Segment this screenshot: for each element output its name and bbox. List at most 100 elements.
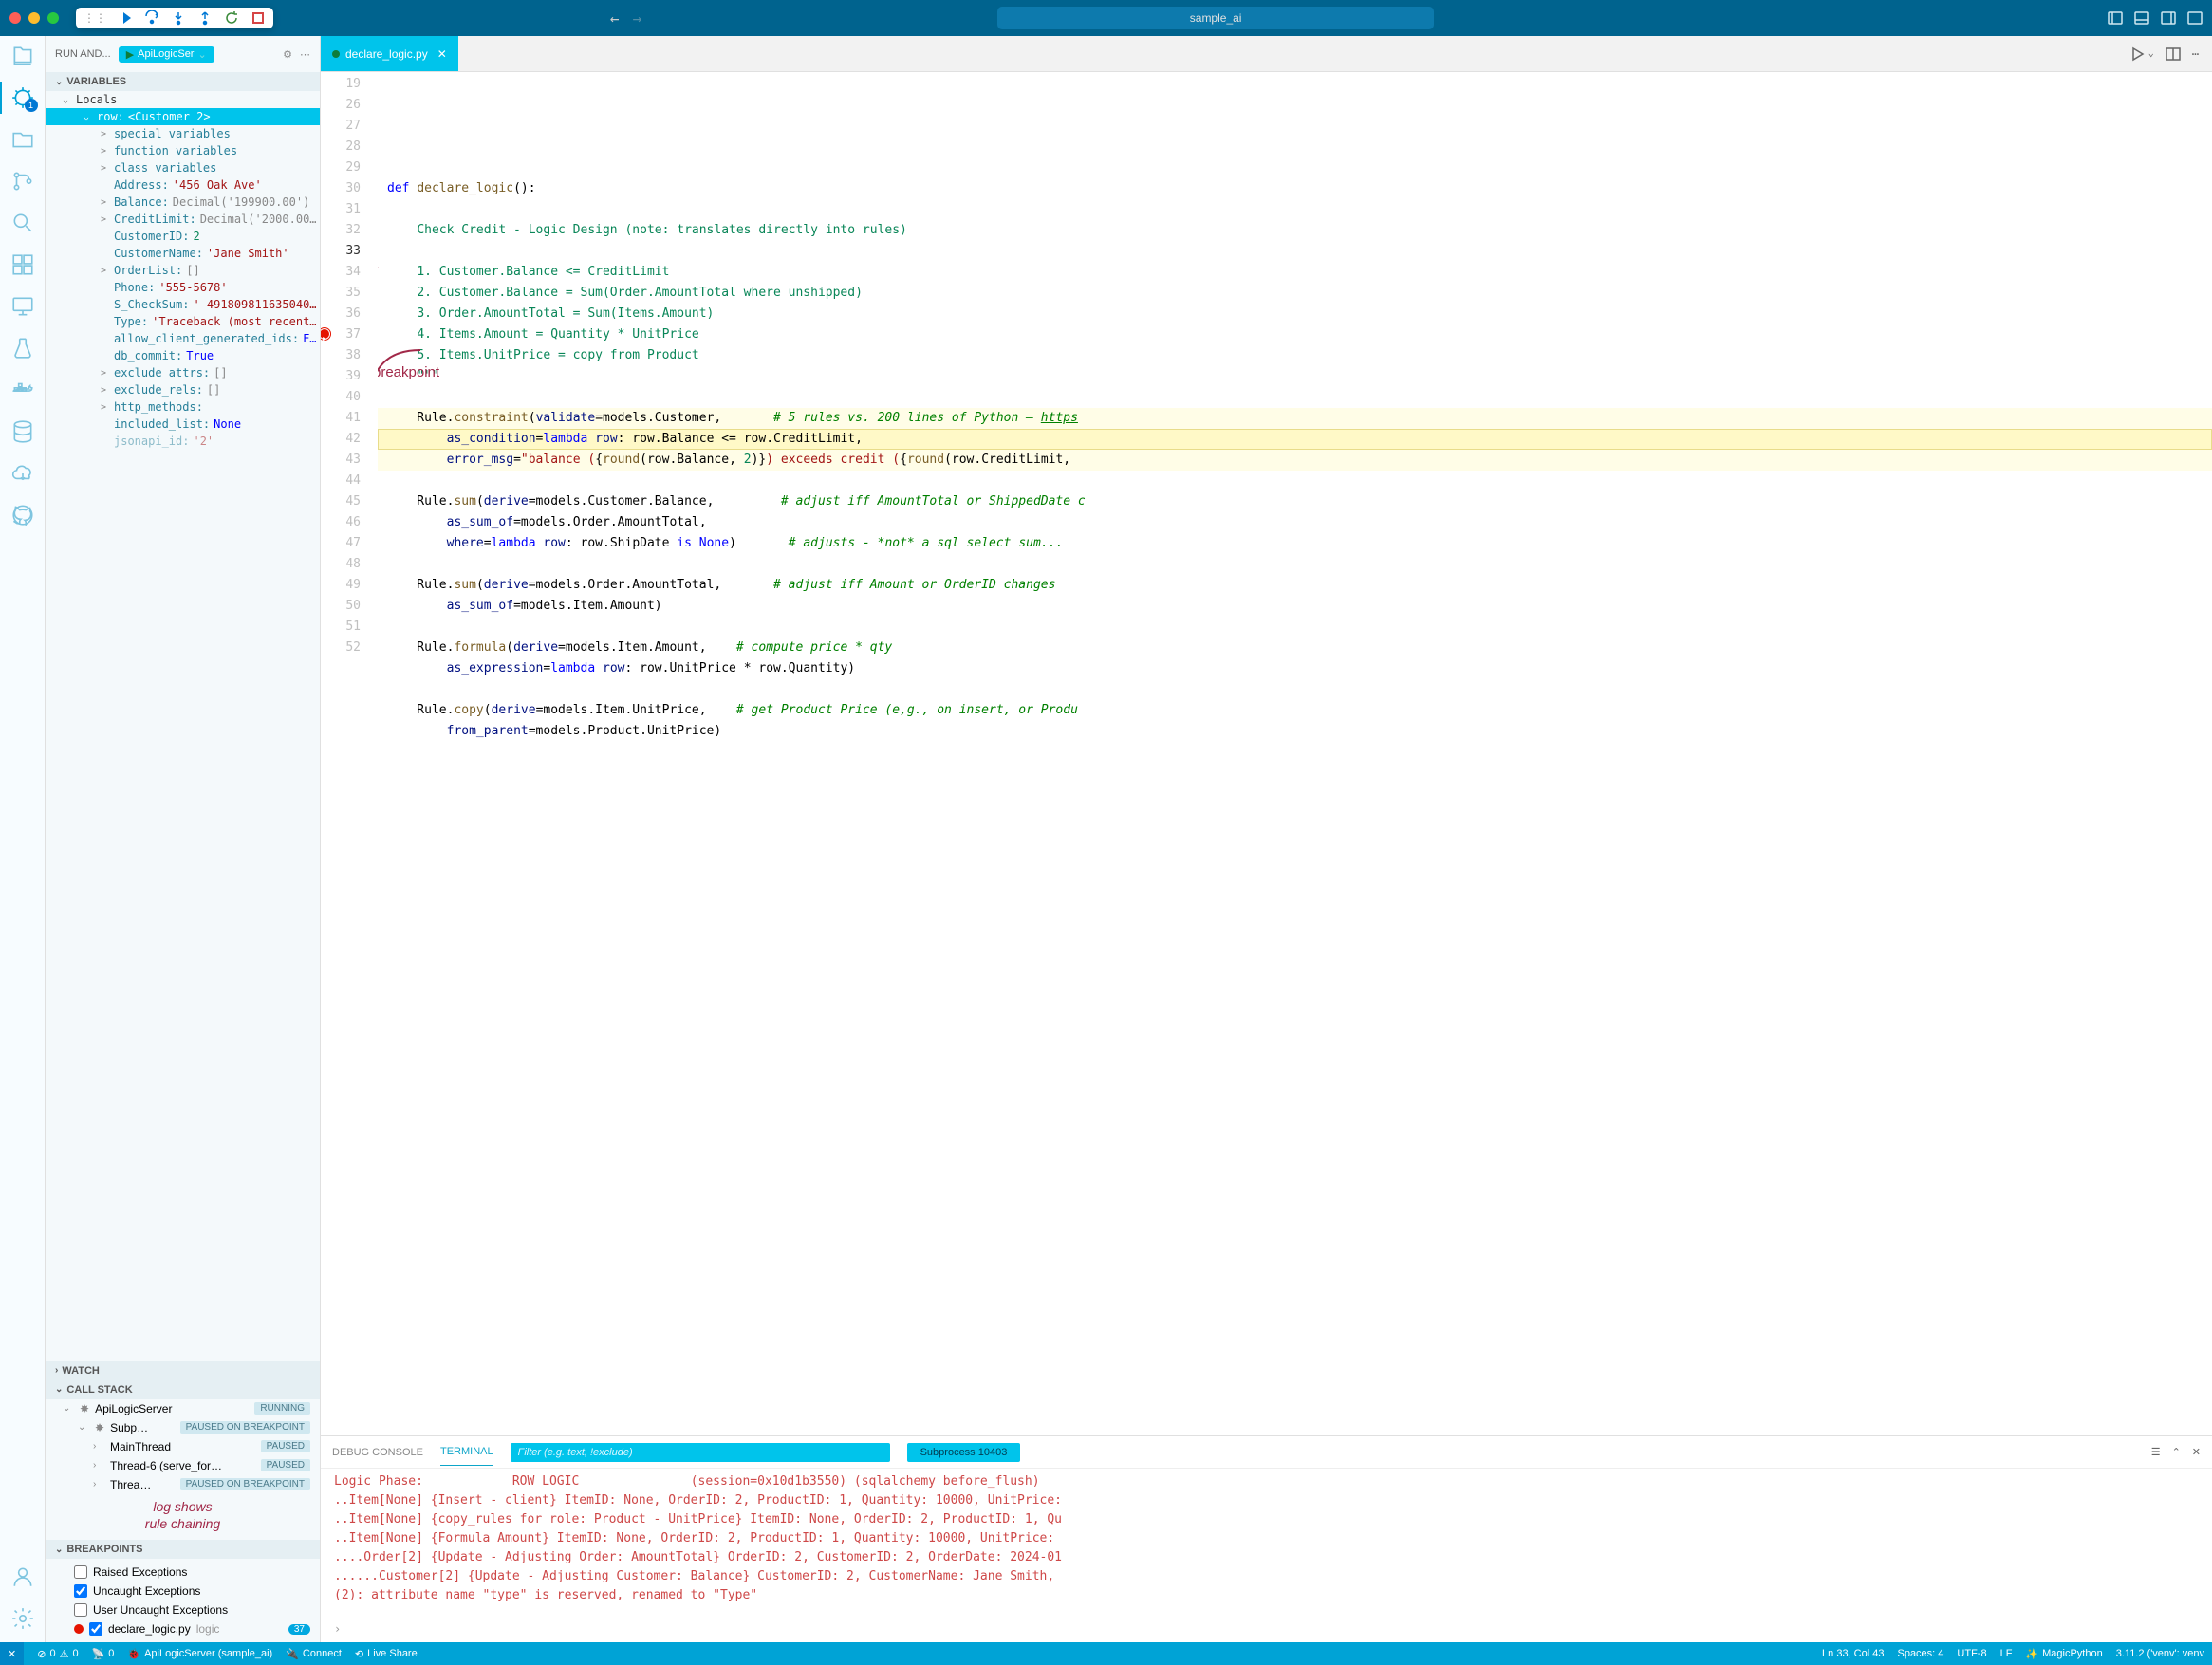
variable-item[interactable]: >function variables — [46, 142, 320, 159]
variable-item[interactable]: jsonapi_id: '2' — [46, 433, 320, 450]
tab-declare-logic[interactable]: declare_logic.py ✕ — [321, 36, 458, 71]
variable-item[interactable]: >exclude_attrs: [] — [46, 364, 320, 381]
panel-right-icon[interactable] — [2161, 10, 2176, 26]
status-spaces[interactable]: Spaces: 4 — [1897, 1648, 1943, 1660]
variable-item[interactable]: >OrderList: [] — [46, 262, 320, 279]
variable-item[interactable]: >http_methods: — [46, 398, 320, 416]
variable-item[interactable]: allow_client_generated_ids: F… — [46, 330, 320, 347]
variable-item[interactable]: >special variables — [46, 125, 320, 142]
status-encoding[interactable]: UTF-8 — [1957, 1648, 1986, 1660]
variable-item[interactable]: S_CheckSum: '-491809811635040… — [46, 296, 320, 313]
continue-icon[interactable] — [118, 10, 133, 26]
debug-console-output[interactable]: Logic Phase: ROW LOGIC (session=0x10d1b3… — [321, 1469, 2212, 1616]
maximize-window[interactable] — [47, 12, 59, 24]
variable-item[interactable]: CustomerID: 2 — [46, 228, 320, 245]
stop-icon[interactable] — [251, 10, 266, 26]
locals-scope[interactable]: ⌄Locals — [46, 91, 320, 108]
step-into-icon[interactable] — [171, 10, 186, 26]
remote-indicator[interactable]: ✕ — [0, 1642, 24, 1665]
panel-bottom-icon[interactable] — [2134, 10, 2149, 26]
close-panel-icon[interactable]: ✕ — [2192, 1446, 2201, 1458]
step-out-icon[interactable] — [197, 10, 213, 26]
nav-back-icon[interactable]: ← — [610, 9, 620, 28]
status-lang[interactable]: ✨ MagicPython — [2025, 1648, 2102, 1660]
callstack-item[interactable]: ⌄✸ApiLogicServerRUNNING — [46, 1399, 320, 1418]
debug-icon[interactable]: 1 — [10, 85, 35, 110]
watch-section-header[interactable]: ›WATCH — [46, 1361, 320, 1380]
restart-icon[interactable] — [224, 10, 239, 26]
database-icon[interactable] — [10, 419, 35, 444]
filter-input[interactable] — [511, 1443, 890, 1462]
more-actions-icon[interactable]: ⋯ — [2192, 47, 2199, 61]
status-errors[interactable]: ⊘ 0 ⚠ 0 — [37, 1648, 78, 1660]
debug-console-input[interactable]: › — [321, 1616, 2212, 1642]
variable-item[interactable]: db_commit: True — [46, 347, 320, 364]
status-ports[interactable]: 📡 0 — [92, 1648, 115, 1660]
subprocess-badge[interactable]: Subprocess 10403 — [907, 1443, 1021, 1462]
status-project[interactable]: 🐞 ApiLogicServer (sample_ai) — [127, 1648, 272, 1660]
variable-item[interactable]: >exclude_rels: [] — [46, 381, 320, 398]
breakpoint-item[interactable]: Uncaught Exceptions — [46, 1582, 320, 1600]
status-connect[interactable]: 🔌 Connect — [286, 1648, 342, 1660]
run-config-selector[interactable]: ▶ApiLogicSer⌄ — [119, 46, 214, 63]
explorer-icon[interactable] — [10, 44, 35, 68]
chevron-up-icon[interactable]: ⌃ — [2172, 1446, 2181, 1458]
breakpoint-item[interactable]: User Uncaught Exceptions — [46, 1600, 320, 1619]
dropdown-icon[interactable]: ⌄ — [2148, 48, 2154, 59]
variable-row-selected[interactable]: ⌄row: <Customer 2> — [46, 108, 320, 125]
annotation-log-chaining: log shows rule chaining — [46, 1494, 320, 1540]
callstack-item[interactable]: ›MainThreadPAUSED — [46, 1437, 320, 1456]
status-eol[interactable]: LF — [2000, 1648, 2013, 1660]
list-icon[interactable]: ☰ — [2151, 1446, 2161, 1458]
split-editor-icon[interactable] — [2166, 46, 2181, 62]
extensions-icon[interactable] — [10, 252, 35, 277]
panel-left-icon[interactable] — [2108, 10, 2123, 26]
close-window[interactable] — [9, 12, 21, 24]
drag-handle-icon[interactable]: ⋮⋮ — [84, 11, 106, 25]
breakpoints-section-header[interactable]: ⌄BREAKPOINTS — [46, 1540, 320, 1559]
github-icon[interactable] — [10, 503, 35, 527]
callstack-item[interactable]: ›Thread-6 (serve_for…PAUSED — [46, 1456, 320, 1475]
breakpoint-item[interactable]: declare_logic.py logic37 — [46, 1619, 320, 1638]
variable-item[interactable]: Phone: '555-5678' — [46, 279, 320, 296]
search-icon[interactable] — [10, 211, 35, 235]
testing-icon[interactable] — [10, 336, 35, 361]
accounts-icon[interactable] — [10, 1564, 35, 1589]
callstack-item[interactable]: ›Threa…PAUSED ON BREAKPOINT — [46, 1475, 320, 1494]
more-icon[interactable]: ⋯ — [300, 48, 310, 61]
minimize-window[interactable] — [28, 12, 40, 24]
breakpoint-item[interactable]: Raised Exceptions — [46, 1563, 320, 1582]
folder-icon[interactable] — [10, 127, 35, 152]
layout-icon[interactable] — [2187, 10, 2203, 26]
gear-icon[interactable]: ⚙ — [283, 48, 292, 61]
status-liveshare[interactable]: ⟲ Live Share — [355, 1648, 418, 1660]
variable-item[interactable]: included_list: None — [46, 416, 320, 433]
variable-item[interactable]: >CreditLimit: Decimal('2000.00… — [46, 211, 320, 228]
cloud-icon[interactable] — [10, 461, 35, 486]
variable-item[interactable]: >class variables — [46, 159, 320, 176]
variables-section-header[interactable]: ⌄VARIABLES — [46, 72, 320, 91]
line-gutter[interactable]: 1926272829303132333435363738394041424344… — [321, 72, 378, 1435]
editor-tabs: declare_logic.py ✕ ⌄ ⋯ — [321, 36, 2212, 72]
variable-item[interactable]: >Balance: Decimal('199900.00') — [46, 194, 320, 211]
close-icon[interactable]: ✕ — [437, 47, 447, 61]
variable-item[interactable]: CustomerName: 'Jane Smith' — [46, 245, 320, 262]
command-center[interactable]: sample_ai — [997, 7, 1434, 29]
source-control-icon[interactable] — [10, 169, 35, 194]
tab-terminal[interactable]: TERMINAL — [440, 1438, 493, 1466]
settings-icon[interactable] — [10, 1606, 35, 1631]
status-python[interactable]: 3.11.2 ('venv': venv — [2116, 1648, 2204, 1660]
remote-icon[interactable] — [10, 294, 35, 319]
code-editor[interactable]: 1926272829303132333435363738394041424344… — [321, 72, 2212, 1435]
variable-item[interactable]: Type: 'Traceback (most recent… — [46, 313, 320, 330]
status-position[interactable]: Ln 33, Col 43 — [1822, 1648, 1884, 1660]
variable-item[interactable]: Address: '456 Oak Ave' — [46, 176, 320, 194]
code-content[interactable]: breakpoint def declare_logic(): Check Cr… — [378, 72, 2212, 1435]
tab-debug-console[interactable]: DEBUG CONSOLE — [332, 1439, 423, 1466]
callstack-section-header[interactable]: ⌄CALL STACK — [46, 1380, 320, 1399]
run-file-icon[interactable] — [2129, 46, 2145, 62]
step-over-icon[interactable] — [144, 10, 159, 26]
docker-icon[interactable] — [10, 378, 35, 402]
callstack-item[interactable]: ⌄✸Subp…PAUSED ON BREAKPOINT — [46, 1418, 320, 1437]
nav-forward-icon[interactable]: → — [633, 9, 642, 28]
